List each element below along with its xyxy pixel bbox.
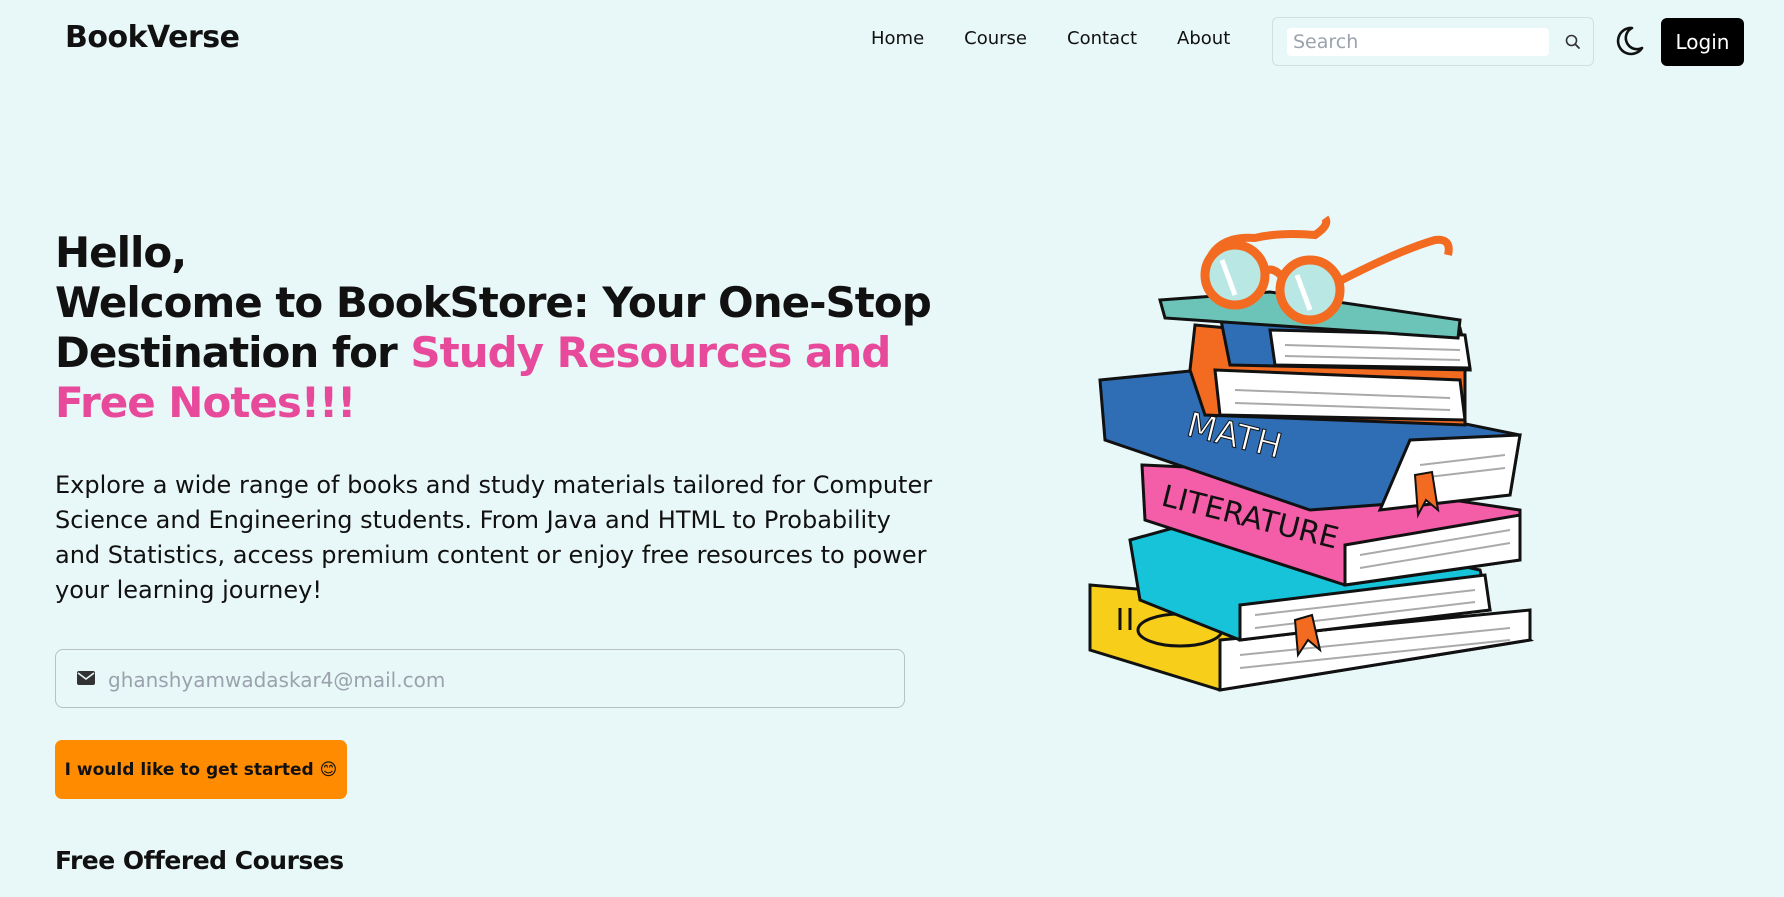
- nav-links: Home Course Contact About: [871, 28, 1270, 49]
- get-started-button[interactable]: I would like to get started 😊: [55, 740, 347, 799]
- free-courses-heading: Free Offered Courses: [55, 846, 344, 875]
- login-button[interactable]: Login: [1661, 18, 1744, 66]
- hero-description: Explore a wide range of books and study …: [55, 471, 933, 604]
- navbar: BookVerse Home Course Contact About Logi…: [0, 0, 1784, 84]
- glasses-illustration: [1200, 215, 1453, 325]
- search-input[interactable]: [1287, 28, 1549, 56]
- nav-link-contact[interactable]: Contact: [1067, 28, 1137, 49]
- nav-link-about[interactable]: About: [1177, 28, 1230, 49]
- books-illustration: LITERATURE MATH: [1088, 215, 1535, 692]
- email-field: [55, 649, 905, 708]
- search-icon[interactable]: [1563, 32, 1583, 52]
- hero-title: Hello, Welcome to BookStore: Your One-St…: [55, 228, 935, 428]
- site-logo[interactable]: BookVerse: [65, 20, 240, 55]
- nav-link-course[interactable]: Course: [964, 28, 1027, 49]
- hero-greeting: Hello,: [55, 228, 187, 277]
- nav-link-home[interactable]: Home: [871, 28, 924, 49]
- moon-icon[interactable]: [1612, 24, 1646, 58]
- search-box: [1272, 17, 1594, 66]
- email-input[interactable]: [106, 662, 890, 698]
- mail-icon: [77, 671, 95, 685]
